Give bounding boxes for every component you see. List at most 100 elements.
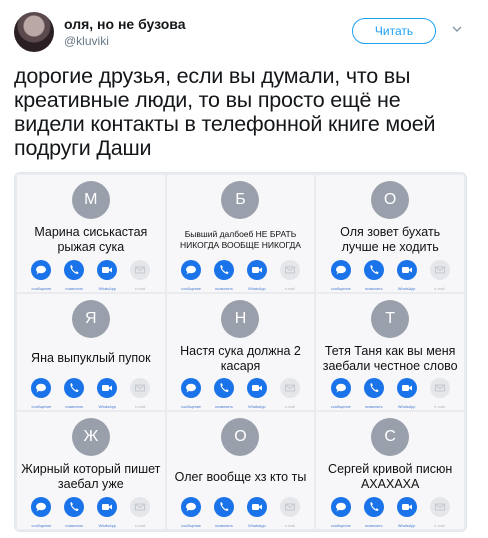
contact-card[interactable]: М Марина сиськастая рыжая сука сообщение по… <box>17 175 165 292</box>
mail-icon <box>279 259 300 285</box>
mail-icon <box>429 496 450 522</box>
contact-action-call[interactable]: позвонить <box>59 496 89 528</box>
contact-action-call[interactable]: позвонить <box>59 378 89 410</box>
contact-action-label: WhatsApp <box>248 286 266 291</box>
contact-action-call[interactable]: позвонить <box>209 496 239 528</box>
contact-action-call[interactable]: позвонить <box>209 259 239 291</box>
contact-action-mail[interactable]: e-mail <box>275 496 305 528</box>
phone-icon <box>64 496 85 522</box>
avatar[interactable] <box>14 12 54 52</box>
contact-action-mail[interactable]: e-mail <box>125 496 155 528</box>
contact-action-message[interactable]: сообщение <box>176 496 206 528</box>
chevron-down-icon[interactable] <box>452 24 462 34</box>
contact-action-video[interactable]: WhatsApp <box>92 496 122 528</box>
contact-action-label: позвонить <box>215 405 233 410</box>
contact-actions: сообщение позвонить WhatsApp e-mail <box>175 378 307 410</box>
contact-action-video[interactable]: WhatsApp <box>92 378 122 409</box>
contact-action-message[interactable]: сообщение <box>26 378 56 410</box>
contact-card[interactable]: Б Бывший далбоеб НЕ БРАТЬ НИКОГДА ВООБЩЕ … <box>166 175 315 292</box>
contact-initial-avatar: Н <box>221 299 260 338</box>
contact-action-label: e-mail <box>135 286 146 291</box>
contact-action-label: e-mail <box>135 405 146 410</box>
contact-name: Марина сиськастая рыжая сука <box>34 225 148 254</box>
contact-action-message[interactable]: сообщение <box>326 496 356 528</box>
contact-actions: сообщение позвонить WhatsApp e-mail <box>324 259 456 291</box>
contact-action-message[interactable]: сообщение <box>26 259 56 291</box>
contact-card[interactable]: Ж Жирный который пишет заебал уже сообщени… <box>17 412 165 529</box>
contact-action-label: e-mail <box>284 523 295 528</box>
contact-action-call[interactable]: позвонить <box>59 259 89 291</box>
mail-icon <box>279 378 300 403</box>
contact-actions: сообщение позвонить WhatsApp e-mail <box>175 259 307 291</box>
contact-action-mail[interactable]: e-mail <box>275 378 305 410</box>
message-bubble-icon <box>181 378 202 403</box>
message-bubble-icon <box>31 378 52 403</box>
contact-initial-avatar: М <box>71 181 110 219</box>
contact-name: Тетя Таня как вы меня заебали честное сл… <box>322 343 458 373</box>
follow-button[interactable]: Читать <box>352 18 436 44</box>
contact-card[interactable]: Н Настя сука должна 2 касаря сообщение позв… <box>166 293 315 411</box>
contact-action-label: позвонить <box>65 405 84 410</box>
contact-actions: сообщение позвонить WhatsApp e-mail <box>25 259 157 291</box>
contact-card[interactable]: Т Тетя Таня как вы меня заебали честное с… <box>316 293 464 411</box>
contact-action-call[interactable]: позвонить <box>359 496 389 528</box>
contact-actions: сообщение позвонить WhatsApp e-mail <box>324 496 456 528</box>
contact-action-video[interactable]: WhatsApp <box>242 496 272 528</box>
message-bubble-icon <box>31 259 52 285</box>
contact-actions: сообщение позвонить WhatsApp e-mail <box>175 496 307 528</box>
contact-name: Сергей кривой писюн АХАХАХА <box>328 462 453 492</box>
contact-action-label: сообщение <box>181 523 202 528</box>
tweet-header: оля, но не бузова @kluviki Читать <box>14 12 474 56</box>
contact-action-label: сообщение <box>330 405 351 410</box>
contact-action-label: WhatsApp <box>98 523 117 528</box>
contact-card[interactable]: О Оля зовет бухать лучше не ходить сообщен… <box>316 175 464 292</box>
contact-action-mail[interactable]: e-mail <box>125 378 155 410</box>
contact-name: Олег вообще хз кто ты <box>174 469 307 484</box>
contact-initial-avatar: Ж <box>71 418 110 457</box>
video-camera-icon <box>396 259 417 285</box>
contact-action-video[interactable]: WhatsApp <box>392 259 422 291</box>
contact-card[interactable]: С Сергей кривой писюн АХАХАХА сообщение поз… <box>316 412 464 529</box>
contact-action-mail[interactable]: e-mail <box>425 259 455 291</box>
contact-action-message[interactable]: сообщение <box>176 259 206 291</box>
contact-action-message[interactable]: сообщение <box>26 496 56 528</box>
mail-icon <box>130 378 151 403</box>
contact-action-call[interactable]: позвонить <box>209 378 239 410</box>
contact-action-video[interactable]: WhatsApp <box>392 496 422 528</box>
contact-action-call[interactable]: позвонить <box>359 378 389 409</box>
contact-action-video[interactable]: WhatsApp <box>242 378 272 409</box>
contact-action-label: WhatsApp <box>397 286 416 291</box>
contact-action-message[interactable]: сообщение <box>326 378 356 410</box>
contact-initial-avatar: О <box>371 181 410 219</box>
contact-action-video[interactable]: WhatsApp <box>92 259 122 291</box>
contact-action-mail[interactable]: e-mail <box>425 496 455 528</box>
video-camera-icon <box>396 378 417 403</box>
tweet-photo[interactable]: М Марина сиськастая рыжая сука сообщение по… <box>14 172 467 532</box>
contact-action-mail[interactable]: e-mail <box>125 259 155 291</box>
contact-card[interactable]: О Олег вообще хз кто ты сообщение позвонить… <box>166 412 315 529</box>
contact-action-mail[interactable]: e-mail <box>425 378 455 409</box>
contact-actions: сообщение позвонить WhatsApp e-mail <box>324 378 456 410</box>
tweet-text: дорогие друзья, если вы думали, что вы к… <box>14 64 436 160</box>
contact-action-video[interactable]: WhatsApp <box>242 259 272 291</box>
mail-icon <box>130 259 151 285</box>
phone-icon <box>64 259 85 285</box>
author-handle[interactable]: @kluviki <box>64 34 109 48</box>
contact-action-video[interactable]: WhatsApp <box>392 378 422 409</box>
contact-action-message[interactable]: сообщение <box>176 378 206 409</box>
contact-action-label: сообщение <box>181 286 202 291</box>
contact-initial-avatar: Я <box>71 299 110 338</box>
contact-action-label: сообщение <box>31 405 52 410</box>
mail-icon <box>130 496 151 522</box>
video-camera-icon <box>97 259 118 285</box>
contact-initial-avatar: Т <box>371 299 410 338</box>
contact-action-message[interactable]: сообщение <box>326 259 356 291</box>
contact-action-label: e-mail <box>284 286 295 291</box>
contact-action-call[interactable]: позвонить <box>359 259 389 291</box>
contact-action-mail[interactable]: e-mail <box>275 259 305 291</box>
message-bubble-icon <box>330 496 351 522</box>
author-name[interactable]: оля, но не бузова <box>64 16 186 32</box>
message-bubble-icon <box>181 496 202 522</box>
contact-card[interactable]: Я Яна выпуклый пупок сообщение позвонить Wha… <box>17 293 165 411</box>
contact-action-label: e-mail <box>284 405 295 410</box>
